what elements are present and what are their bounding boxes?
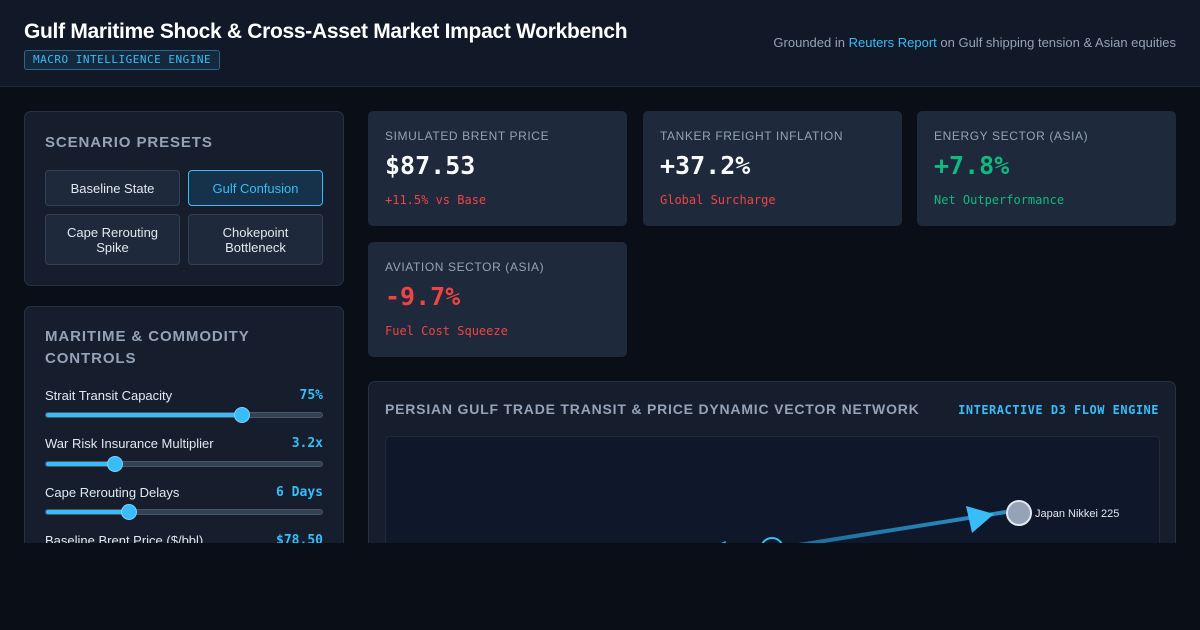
preset-baseline-state-button[interactable]: Baseline State (45, 170, 180, 206)
maritime-controls-panel: MARITIME & COMMODITY CONTROLS Strait Tra… (24, 306, 344, 543)
grounding-suffix: on Gulf shipping tension & Asian equitie… (940, 35, 1176, 50)
flow-arrowhead-icon (966, 506, 994, 533)
network-node-label: Japan Nikkei 225 (1035, 508, 1119, 520)
kpi-subtext: +11.5% vs Base (385, 193, 487, 207)
kpi-brent-price-card: SIMULATED BRENT PRICE $87.53 +11.5% vs B… (368, 111, 627, 226)
network-graph-canvas[interactable]: Japan Nikkei 225 (385, 436, 1160, 543)
grounding-prefix: Grounded in (773, 35, 845, 50)
strait-transit-capacity-label: Strait Transit Capacity (45, 388, 173, 403)
kpi-label: TANKER FREIGHT INFLATION (660, 129, 844, 143)
kpi-value: +7.8% (934, 151, 1010, 180)
war-risk-insurance-value: 3.2x (291, 436, 323, 451)
cape-rerouting-delays-value: 6 Days (276, 485, 323, 500)
slider-thumb[interactable] (233, 407, 250, 423)
grounding-note: Grounded in Reuters Report on Gulf shipp… (773, 35, 1176, 50)
baseline-brent-price-label: Baseline Brent Price ($/bbl) (45, 533, 204, 543)
main-content: SCENARIO PRESETS Baseline State Gulf Con… (0, 88, 1200, 543)
kpi-tanker-freight-card: TANKER FREIGHT INFLATION +37.2% Global S… (643, 111, 902, 226)
kpi-label: AVIATION SECTOR (ASIA) (385, 260, 545, 274)
baseline-brent-price-value: $78.50 (276, 533, 323, 543)
strait-transit-capacity-value: 75% (299, 388, 323, 403)
kpi-aviation-sector-card: AVIATION SECTOR (ASIA) -9.7% Fuel Cost S… (368, 242, 627, 357)
kpi-subtext: Fuel Cost Squeeze (385, 324, 508, 338)
network-title: PERSIAN GULF TRADE TRANSIT & PRICE DYNAM… (385, 401, 920, 417)
cape-rerouting-delays-slider[interactable] (45, 504, 323, 520)
reuters-report-link[interactable]: Reuters Report (849, 35, 937, 50)
preset-gulf-confusion-button[interactable]: Gulf Confusion (188, 170, 323, 206)
strait-transit-capacity-slider[interactable] (45, 407, 323, 423)
war-risk-insurance-slider[interactable] (45, 456, 323, 472)
kpi-label: ENERGY SECTOR (ASIA) (934, 129, 1089, 143)
war-risk-insurance-label: War Risk Insurance Multiplier (45, 436, 214, 451)
network-node-nikkei[interactable] (1006, 500, 1032, 526)
network-engine-tag: INTERACTIVE D3 FLOW ENGINE (958, 403, 1159, 417)
engine-badge: MACRO INTELLIGENCE ENGINE (24, 50, 221, 70)
slider-fill (46, 413, 242, 417)
preset-chokepoint-bottleneck-button[interactable]: Chokepoint Bottleneck (188, 214, 323, 265)
kpi-value: -9.7% (385, 282, 461, 311)
kpi-value: $87.53 (385, 151, 476, 180)
controls-title: MARITIME & COMMODITY CONTROLS (45, 328, 250, 367)
network-graph-svg: Japan Nikkei 225 (721, 500, 1119, 543)
kpi-energy-sector-card: ENERGY SECTOR (ASIA) +7.8% Net Outperfor… (917, 111, 1176, 226)
preset-cape-rerouting-spike-button[interactable]: Cape Rerouting Spike (45, 214, 180, 265)
app-header: Gulf Maritime Shock & Cross-Asset Market… (0, 0, 1200, 87)
kpi-label: SIMULATED BRENT PRICE (385, 129, 550, 143)
flow-arrowhead-icon (721, 541, 726, 543)
scenario-presets-panel: SCENARIO PRESETS Baseline State Gulf Con… (24, 111, 344, 286)
presets-title: SCENARIO PRESETS (45, 134, 213, 151)
trade-network-panel: PERSIAN GULF TRADE TRANSIT & PRICE DYNAM… (368, 381, 1176, 543)
kpi-subtext: Net Outperformance (934, 193, 1065, 207)
app-title: Gulf Maritime Shock & Cross-Asset Market… (24, 20, 628, 43)
network-node-hub[interactable] (761, 537, 783, 543)
slider-thumb[interactable] (107, 456, 123, 472)
kpi-value: +37.2% (660, 151, 751, 180)
kpi-subtext: Global Surcharge (660, 193, 776, 207)
slider-fill (46, 462, 115, 466)
slider-fill (46, 510, 129, 514)
slider-thumb[interactable] (120, 504, 137, 520)
cape-rerouting-delays-label: Cape Rerouting Delays (45, 485, 180, 500)
